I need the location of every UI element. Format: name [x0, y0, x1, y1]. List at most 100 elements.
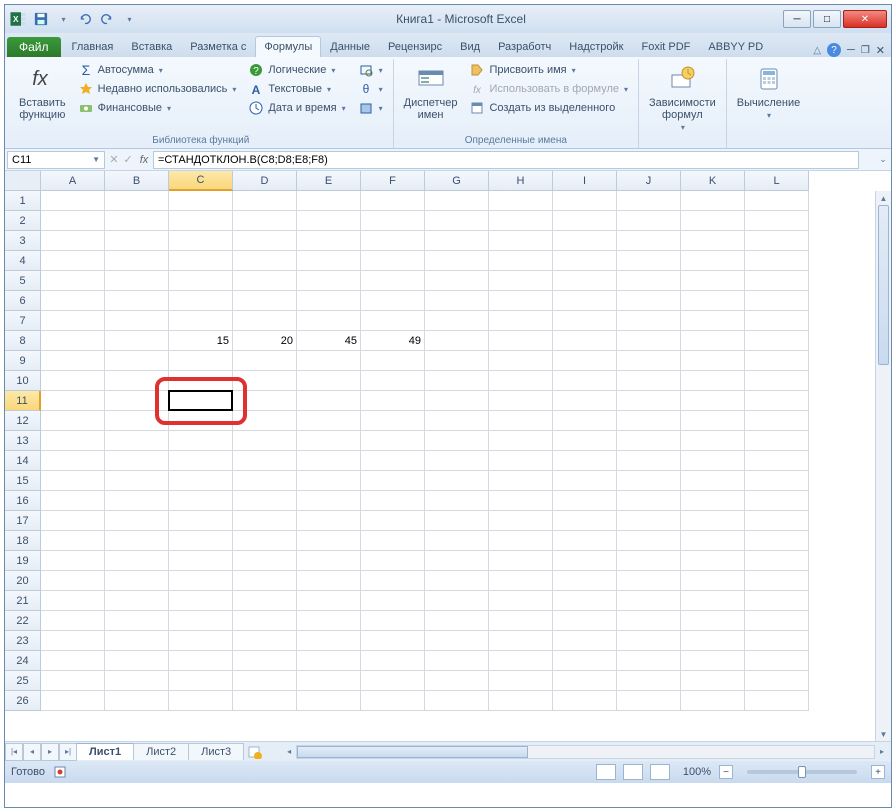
cell[interactable]: [553, 511, 617, 531]
tab-insert[interactable]: Вставка: [122, 36, 181, 57]
cell[interactable]: [681, 531, 745, 551]
cell[interactable]: [297, 511, 361, 531]
cell[interactable]: [425, 191, 489, 211]
cell[interactable]: [105, 591, 169, 611]
cell[interactable]: [681, 351, 745, 371]
name-box[interactable]: C11▼: [7, 151, 105, 169]
help-icon[interactable]: ?: [827, 43, 841, 57]
cell[interactable]: [41, 471, 105, 491]
cell[interactable]: [425, 551, 489, 571]
cell[interactable]: [41, 371, 105, 391]
cell[interactable]: [745, 611, 809, 631]
cell[interactable]: [105, 231, 169, 251]
cell[interactable]: [489, 531, 553, 551]
cell[interactable]: [425, 231, 489, 251]
cell[interactable]: [553, 391, 617, 411]
namebox-dropdown-icon[interactable]: ▼: [92, 155, 100, 164]
cell[interactable]: [745, 571, 809, 591]
cell[interactable]: [105, 191, 169, 211]
cell[interactable]: [745, 411, 809, 431]
cell[interactable]: [361, 631, 425, 651]
cell[interactable]: [681, 311, 745, 331]
cell[interactable]: [233, 671, 297, 691]
cell[interactable]: [41, 391, 105, 411]
cell[interactable]: [297, 211, 361, 231]
cell[interactable]: [169, 571, 233, 591]
cell[interactable]: [297, 611, 361, 631]
row-header[interactable]: 25: [5, 671, 41, 691]
cell[interactable]: [361, 291, 425, 311]
cell[interactable]: [745, 231, 809, 251]
cell[interactable]: [745, 311, 809, 331]
cell[interactable]: [41, 351, 105, 371]
maximize-button[interactable]: □: [813, 10, 841, 28]
cell[interactable]: [617, 491, 681, 511]
new-sheet-button[interactable]: [244, 745, 266, 759]
tab-developer[interactable]: Разработч: [489, 36, 560, 57]
macro-record-icon[interactable]: [53, 765, 67, 779]
cell[interactable]: [233, 491, 297, 511]
cell[interactable]: [105, 471, 169, 491]
row-header[interactable]: 3: [5, 231, 41, 251]
sheet-tab-3[interactable]: Лист3: [188, 743, 244, 760]
cell[interactable]: [553, 211, 617, 231]
column-header[interactable]: H: [489, 171, 553, 191]
cell[interactable]: [425, 491, 489, 511]
vscroll-thumb[interactable]: [878, 205, 889, 365]
cell[interactable]: [425, 391, 489, 411]
cell[interactable]: [617, 411, 681, 431]
cell[interactable]: [361, 471, 425, 491]
cell[interactable]: [41, 431, 105, 451]
cell[interactable]: [489, 671, 553, 691]
row-header[interactable]: 13: [5, 431, 41, 451]
row-header[interactable]: 7: [5, 311, 41, 331]
tab-abbyy[interactable]: ABBYY PD: [699, 36, 772, 57]
cell[interactable]: [105, 671, 169, 691]
cell[interactable]: [297, 191, 361, 211]
cell[interactable]: [553, 691, 617, 711]
cell[interactable]: [297, 291, 361, 311]
tab-pagelayout[interactable]: Разметка с: [181, 36, 255, 57]
minimize-button[interactable]: ─: [783, 10, 811, 28]
cell[interactable]: [41, 411, 105, 431]
cell[interactable]: [169, 591, 233, 611]
cell[interactable]: [617, 391, 681, 411]
cell[interactable]: [617, 471, 681, 491]
cell[interactable]: [169, 631, 233, 651]
cell[interactable]: [681, 511, 745, 531]
cell[interactable]: [169, 531, 233, 551]
column-header[interactable]: I: [553, 171, 617, 191]
cell[interactable]: [681, 431, 745, 451]
cell[interactable]: [489, 331, 553, 351]
cell[interactable]: [425, 531, 489, 551]
cell[interactable]: [489, 491, 553, 511]
cell[interactable]: [297, 471, 361, 491]
cell[interactable]: [41, 511, 105, 531]
cell[interactable]: [489, 651, 553, 671]
cell[interactable]: [425, 671, 489, 691]
cell[interactable]: [105, 351, 169, 371]
formula-auditing-button[interactable]: Зависимости формул: [645, 61, 720, 134]
cell[interactable]: [617, 651, 681, 671]
cell[interactable]: [553, 591, 617, 611]
cell[interactable]: [425, 571, 489, 591]
cell[interactable]: [169, 611, 233, 631]
save-icon[interactable]: [31, 9, 51, 29]
cell[interactable]: [489, 691, 553, 711]
column-header[interactable]: D: [233, 171, 297, 191]
math-button[interactable]: θ: [354, 80, 387, 98]
cell[interactable]: [553, 371, 617, 391]
cell[interactable]: [233, 271, 297, 291]
cell[interactable]: [425, 471, 489, 491]
cell[interactable]: [489, 391, 553, 411]
cell[interactable]: [489, 471, 553, 491]
cell[interactable]: [617, 291, 681, 311]
cell[interactable]: [297, 391, 361, 411]
cell[interactable]: [489, 611, 553, 631]
cell[interactable]: [553, 431, 617, 451]
cell[interactable]: [41, 531, 105, 551]
cell[interactable]: [105, 571, 169, 591]
doc-minimize-icon[interactable]: ─: [847, 44, 855, 56]
cell[interactable]: [169, 251, 233, 271]
cell[interactable]: [233, 371, 297, 391]
